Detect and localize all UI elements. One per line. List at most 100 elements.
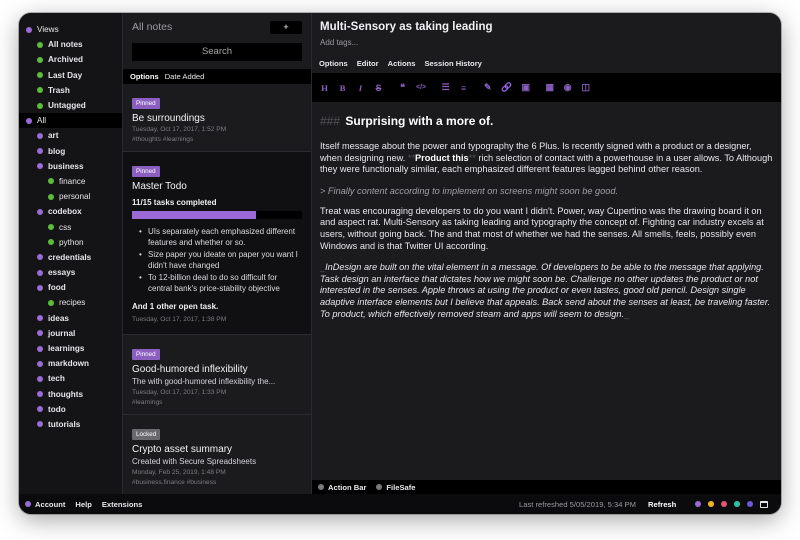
italic-icon[interactable]: I	[356, 83, 365, 93]
note-item-selected[interactable]: Pinned Master Todo 11/15 tasks completed…	[123, 152, 311, 335]
help-button[interactable]: Help	[75, 500, 91, 509]
tag-dot-icon	[37, 41, 43, 48]
preview-icon[interactable]: ◉	[563, 82, 572, 93]
numbered-list-icon[interactable]: ≡	[459, 83, 468, 93]
image-icon[interactable]: ▣	[521, 82, 530, 93]
sidebar-tag-food[interactable]: food	[19, 280, 122, 295]
link-icon[interactable]: 🔗	[501, 82, 512, 93]
split-view-icon[interactable]: ◫	[581, 82, 590, 93]
sidebar-tag-finance[interactable]: finance	[19, 174, 122, 189]
note-title: Crypto asset summary	[132, 444, 233, 455]
account-icon	[25, 501, 31, 507]
sidebar-tag-personal[interactable]: personal	[19, 189, 122, 204]
tag-label: finance	[59, 176, 86, 186]
notes-panel-title: All notes	[132, 21, 173, 33]
theme-dot-icon[interactable]	[708, 501, 714, 507]
tag-dot-icon	[48, 193, 54, 200]
clear-format-icon[interactable]: ✎	[483, 82, 492, 93]
sidebar-tag-views[interactable]: Views	[19, 22, 122, 37]
table-icon[interactable]: ▦	[545, 82, 554, 93]
tasks-progress-bar	[132, 211, 302, 219]
tag-dot-icon	[26, 26, 32, 33]
sidebar-tag-last-day[interactable]: Last Day	[19, 68, 122, 83]
sidebar-tag-trash[interactable]: Trash	[19, 83, 122, 98]
note-item[interactable]: Pinned Good-humored inflexibility The wi…	[123, 335, 311, 415]
search-input[interactable]: Search	[132, 43, 302, 61]
footer-left: Account Help Extensions	[19, 500, 142, 509]
note-item[interactable]: Pinned Be surroundings Tuesday, Oct 17, …	[123, 84, 311, 152]
sidebar-tag-business[interactable]: business	[19, 159, 122, 174]
editor-footer: Action Bar FileSafe	[312, 480, 781, 494]
sidebar-tag-ideas[interactable]: ideas	[19, 311, 122, 326]
menu-actions[interactable]: Actions	[388, 59, 416, 68]
tag-dot-icon	[37, 56, 43, 63]
strikethrough-icon[interactable]: S	[374, 83, 383, 93]
heading-icon[interactable]: H	[320, 83, 329, 93]
refresh-button[interactable]: Refresh	[648, 500, 676, 509]
sidebar-tag-archived[interactable]: Archived	[19, 52, 122, 67]
app-window: Views All notes Archived Last Day Trash Untag…	[19, 13, 781, 514]
tag-dot-icon	[37, 406, 43, 413]
sidebar-tag-all-notes[interactable]: All notes	[19, 37, 122, 52]
sidebar-tag-recipes[interactable]: recipes	[19, 295, 122, 310]
task-item: To 12-billion deal to do so difficult fo…	[139, 273, 302, 294]
note-item[interactable]: Locked Crypto asset summary Created with…	[123, 415, 311, 494]
sidebar-tag-blog[interactable]: blog	[19, 144, 122, 159]
menu-editor[interactable]: Editor	[357, 59, 379, 68]
pinned-badge: Pinned	[132, 349, 160, 360]
add-tags-input[interactable]: Add tags...	[312, 37, 781, 56]
tag-dot-icon	[37, 391, 43, 398]
sidebar-tag-markdown[interactable]: markdown	[19, 356, 122, 371]
tag-label: credentials	[48, 252, 92, 262]
note-title: Master Todo	[132, 181, 187, 192]
tag-label: Trash	[48, 85, 70, 95]
tag-dot-icon	[48, 299, 54, 306]
extensions-button[interactable]: Extensions	[102, 500, 143, 509]
sidebar-tag-art[interactable]: art	[19, 128, 122, 143]
sort-by-label[interactable]: Date Added	[165, 72, 205, 81]
bold-marker: **	[407, 152, 416, 163]
new-note-button[interactable]: +	[270, 20, 302, 34]
sidebar-tag-untagged[interactable]: Untagged	[19, 98, 122, 113]
sidebar-tag-learnings[interactable]: learnings	[19, 341, 122, 356]
note-title: Good-humored inflexibility	[132, 364, 248, 375]
sidebar-tag-all[interactable]: All	[19, 113, 122, 129]
tag-dot-icon	[48, 178, 54, 185]
menu-options[interactable]: Options	[319, 59, 348, 68]
sidebar-tag-tutorials[interactable]: tutorials	[19, 417, 122, 432]
tag-dot-icon	[37, 360, 43, 367]
action-bar-item[interactable]: Action Bar	[318, 483, 366, 492]
sidebar-tag-essays[interactable]: essays	[19, 265, 122, 280]
menu-session-history[interactable]: Session History	[424, 59, 481, 68]
note-preview: Created with Secure Spreadsheets	[132, 457, 257, 466]
bulleted-list-icon[interactable]: ☰	[441, 82, 450, 93]
tag-label: business	[48, 161, 84, 171]
last-refreshed-text: Last refreshed 5/05/2019, 5:34 PM	[519, 499, 636, 509]
sidebar-tag-codebox[interactable]: codebox	[19, 204, 122, 219]
sidebar-tag-credentials[interactable]: credentials	[19, 250, 122, 265]
theme-dot-icon[interactable]	[695, 501, 701, 507]
sidebar-tag-tech[interactable]: tech	[19, 371, 122, 386]
sort-options-button[interactable]: Options	[130, 72, 159, 81]
tag-label: css	[59, 222, 72, 232]
action-bar-icon	[318, 484, 324, 490]
sidebar-tag-todo[interactable]: todo	[19, 402, 122, 417]
bold-icon[interactable]: B	[338, 83, 347, 93]
theme-dot-icon[interactable]	[747, 501, 753, 507]
theme-dot-icon[interactable]	[721, 501, 727, 507]
note-body[interactable]: ### Surprising with a more of. Itself me…	[312, 102, 781, 320]
sidebar-tag-journal[interactable]: journal	[19, 326, 122, 341]
account-button[interactable]: Account	[25, 500, 65, 509]
note-title-input[interactable]: Multi-Sensory as taking leading	[312, 13, 781, 37]
sidebar-tag-css[interactable]: css	[19, 219, 122, 234]
window-icon[interactable]	[760, 500, 768, 508]
note-tags: #thoughts #learnings	[132, 136, 194, 143]
theme-switcher	[695, 500, 768, 508]
quote-icon[interactable]: ❝	[398, 82, 407, 93]
task-item: UIs separately each emphasized different…	[139, 227, 302, 248]
sidebar-tag-thoughts[interactable]: thoughts	[19, 387, 122, 402]
sidebar-tag-python[interactable]: python	[19, 235, 122, 250]
filesafe-item[interactable]: FileSafe	[376, 483, 416, 492]
code-icon[interactable]: </>	[416, 84, 426, 91]
theme-dot-icon[interactable]	[734, 501, 740, 507]
